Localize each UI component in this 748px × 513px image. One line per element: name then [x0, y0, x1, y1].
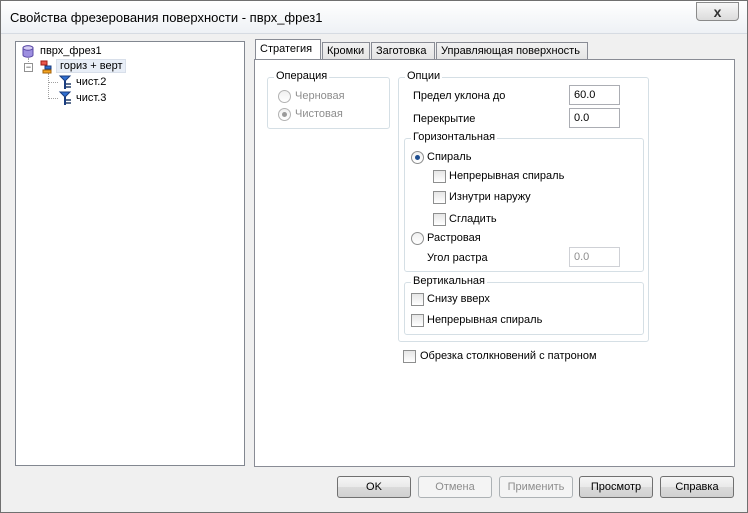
tree-child-label: чист.3 [76, 92, 107, 104]
strategy-panel: Операция Черновая Чистовая Опции Предел … [254, 59, 735, 467]
finish-tool-icon [58, 75, 72, 89]
title-bar[interactable]: Свойства фрезерования поверхности - пврх… [1, 1, 747, 34]
tree-child-label: чист.2 [76, 76, 107, 88]
preview-button[interactable]: Просмотр [579, 476, 653, 498]
options-group-title: Опции [405, 70, 443, 82]
window-title: Свойства фрезерования поверхности - пврх… [10, 10, 323, 25]
rough-radio[interactable] [278, 90, 291, 103]
tree-connector [48, 82, 58, 83]
vertical-group-title: Вертикальная [411, 275, 487, 287]
vertical-continuous-spiral-checkbox[interactable] [411, 314, 424, 327]
tab-strategy[interactable]: Стратегия [255, 39, 321, 60]
vertical-group: Вертикальная Снизу вверх Непрерывная спи… [404, 275, 644, 335]
tree-connector [48, 73, 49, 99]
close-icon: x [713, 4, 722, 20]
spiral-label: Спираль [427, 151, 472, 163]
chuck-collision-label: Обрезка столкновений с патроном [420, 350, 597, 362]
rough-label: Черновая [295, 90, 345, 102]
smooth-checkbox[interactable] [433, 213, 446, 226]
spiral-radio[interactable] [411, 151, 424, 164]
horizontal-group-title: Горизонтальная [411, 131, 498, 143]
chuck-collision-checkbox[interactable] [403, 350, 416, 363]
inside-out-checkbox[interactable] [433, 191, 446, 204]
tree-group-label: гориз + верт [56, 59, 127, 73]
overlap-input[interactable]: 0.0 [569, 108, 620, 128]
slope-limit-input[interactable]: 60.0 [569, 85, 620, 105]
database-icon [22, 45, 34, 58]
overlap-label: Перекрытие [413, 113, 476, 125]
finish-label: Чистовая [295, 108, 343, 120]
cancel-button[interactable]: Отмена [418, 476, 492, 498]
finish-radio[interactable] [278, 108, 291, 121]
collapse-toggle[interactable]: − [24, 63, 33, 72]
continuous-spiral-label: Непрерывная спираль [449, 170, 565, 182]
options-group: Опции Предел уклона до 60.0 Перекрытие 0… [398, 70, 649, 342]
slope-limit-label: Предел уклона до [413, 90, 506, 102]
inside-out-label: Изнутри наружу [449, 191, 531, 203]
apply-button[interactable]: Применить [499, 476, 573, 498]
finish-tool-icon [58, 91, 72, 105]
operation-group: Операция Черновая Чистовая [267, 70, 390, 129]
operation-group-title: Операция [274, 70, 330, 82]
raster-angle-label: Угол растра [427, 252, 488, 264]
vertical-continuous-spiral-label: Непрерывная спираль [427, 314, 543, 326]
operation-tree[interactable]: пврх_фрез1 − гориз + верт чист.2 чист.3 [15, 41, 245, 466]
raster-label: Растровая [427, 232, 481, 244]
tab-edges[interactable]: Кромки [322, 42, 370, 60]
dialog-window: Свойства фрезерования поверхности - пврх… [0, 0, 748, 513]
ok-button[interactable]: OK [337, 476, 411, 498]
tree-connector [48, 98, 58, 99]
close-button[interactable]: x [696, 2, 739, 21]
tree-root-label: пврх_фрез1 [40, 45, 102, 57]
raster-radio[interactable] [411, 232, 424, 245]
continuous-spiral-checkbox[interactable] [433, 170, 446, 183]
tab-stock[interactable]: Заготовка [371, 42, 435, 60]
bottom-up-checkbox[interactable] [411, 293, 424, 306]
smooth-label: Сгладить [449, 213, 497, 225]
operation-group-icon [40, 60, 52, 74]
bottom-up-label: Снизу вверх [427, 293, 490, 305]
horizontal-group: Горизонтальная Спираль Непрерывная спира… [404, 131, 644, 272]
raster-angle-input[interactable]: 0.0 [569, 247, 620, 267]
tab-control-surface[interactable]: Управляющая поверхность [436, 42, 588, 60]
help-button[interactable]: Справка [660, 476, 734, 498]
